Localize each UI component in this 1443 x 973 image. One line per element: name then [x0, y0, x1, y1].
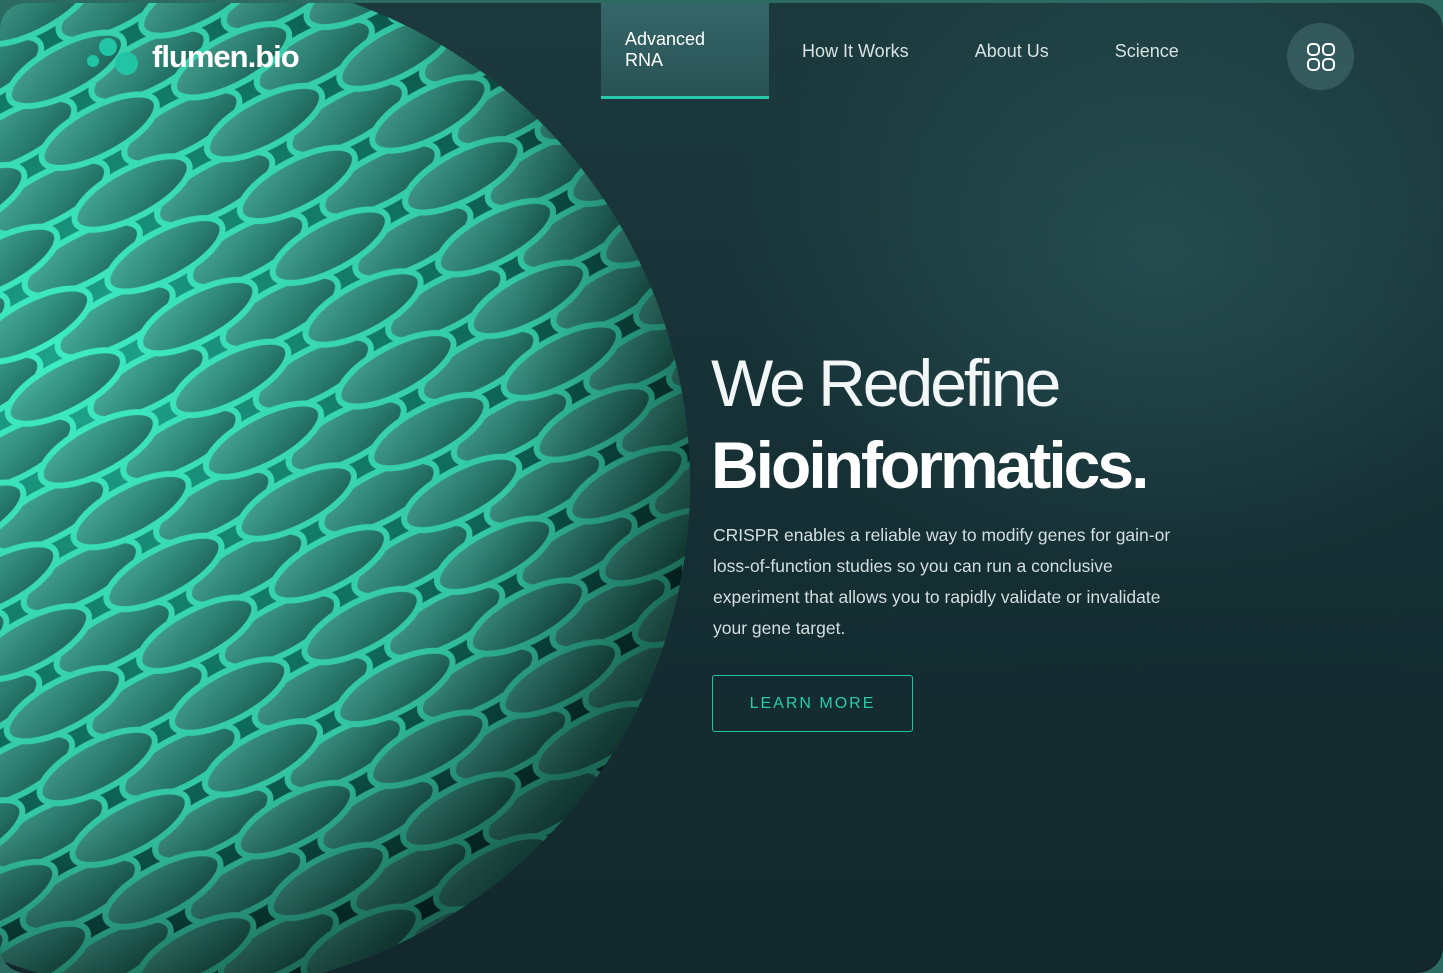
hero-sphere-illustration — [0, 3, 690, 973]
learn-more-button[interactable]: LEARN MORE — [712, 675, 913, 732]
main-nav: Advanced RNA How It Works About Us Scien… — [601, 3, 1212, 99]
hero-heading-line1: We Redefine — [711, 346, 1061, 420]
nav-item-advanced-rna[interactable]: Advanced RNA — [601, 3, 769, 99]
nav-item-about-us[interactable]: About Us — [942, 3, 1082, 99]
hero-heading-line2: Bioinformatics. — [711, 428, 1149, 502]
logo-dots-icon — [86, 37, 142, 77]
menu-button[interactable] — [1287, 23, 1354, 90]
brand-logo[interactable]: flumen.bio — [86, 37, 300, 77]
nav-item-science[interactable]: Science — [1082, 3, 1212, 99]
page-frame: flumen.bio Advanced RNA How It Works Abo… — [0, 3, 1443, 973]
nav-item-how-it-works[interactable]: How It Works — [769, 3, 942, 99]
brand-name: flumen.bio — [152, 39, 300, 74]
grid-icon — [1306, 42, 1335, 71]
hero-description: CRISPR enables a reliable way to modify … — [713, 525, 1171, 638]
